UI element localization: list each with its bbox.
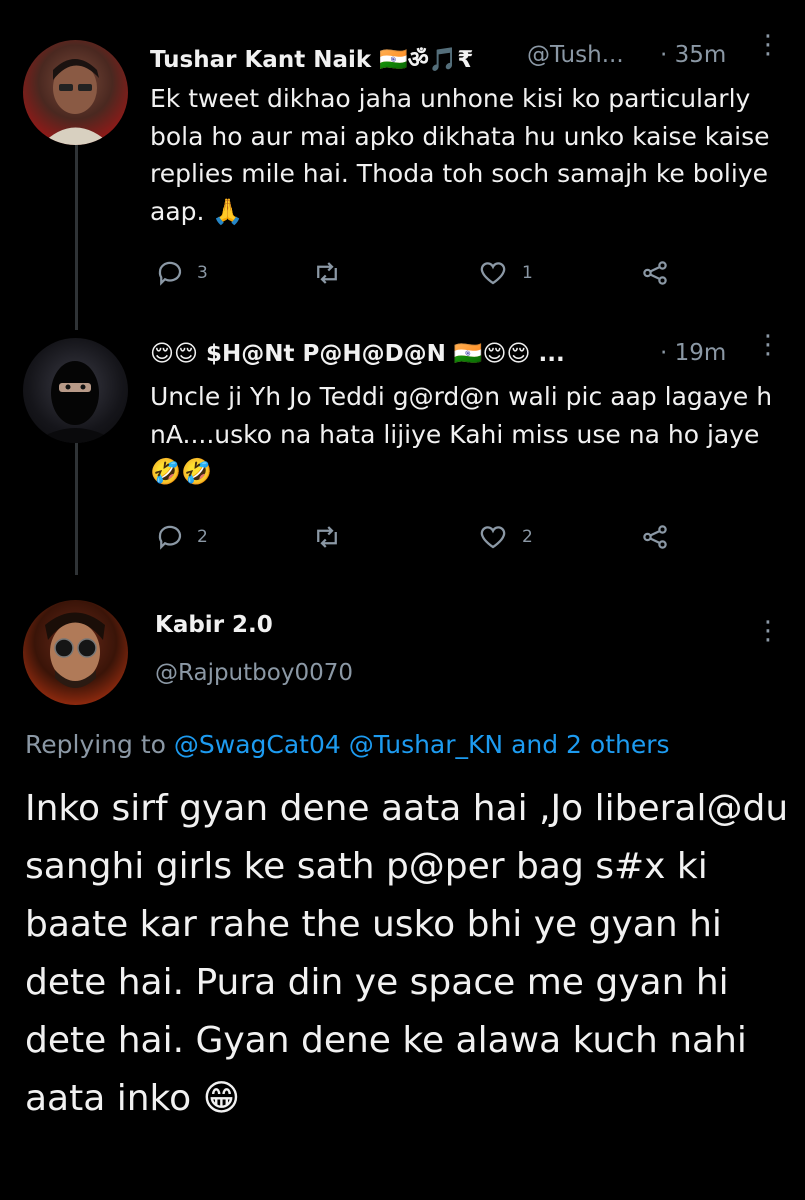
reply-button[interactable]: 3 [155, 258, 208, 288]
more-dots-icon[interactable]: ⋮ [755, 32, 781, 58]
tweet-text: Uncle ji Yh Jo Teddi g@rd@n wali pic aap… [150, 382, 773, 486]
reply-icon [158, 525, 182, 550]
reply-count: 2 [197, 527, 208, 547]
reply-button[interactable]: 2 [155, 522, 208, 552]
replying-to: Replying to @SwagCat04 @Tushar_KN and 2 … [25, 730, 670, 759]
thread-line [75, 440, 78, 575]
retweet-icon [317, 526, 337, 548]
reply-icon [158, 261, 182, 286]
timestamp[interactable]: · 35m [660, 42, 726, 68]
author-name[interactable]: 😌😌 $H@Nt P@H@D@N 🇮🇳😌😌 ... [150, 340, 565, 367]
share-icon [643, 261, 667, 285]
reply-count: 3 [197, 263, 208, 283]
avatar[interactable] [23, 338, 128, 443]
timestamp[interactable]: · 19m [660, 340, 726, 366]
replying-to-label: Replying to [25, 730, 166, 759]
retweet-icon [317, 262, 337, 284]
heart-icon [480, 526, 506, 549]
heart-icon [480, 262, 506, 285]
tweet-text: Ek tweet dikhao jaha unhone kisi ko part… [150, 84, 770, 226]
main-tweet-text: Inko sirf gyan dene aata hai ,Jo liberal… [25, 788, 789, 1119]
author-handle[interactable]: @Rajputboy0070 [155, 660, 353, 686]
avatar[interactable] [23, 600, 128, 705]
thread-line [75, 135, 78, 330]
like-button[interactable]: 2 [478, 522, 533, 552]
more-dots-icon[interactable]: ⋮ [755, 332, 781, 358]
share-button[interactable] [640, 258, 670, 288]
retweet-button[interactable] [312, 258, 354, 288]
author-name[interactable]: Tushar Kant Naik 🇮🇳ॐ🎵₹ [150, 42, 473, 74]
avatar[interactable] [23, 40, 128, 145]
replying-to-links[interactable]: @SwagCat04 @Tushar_KN and 2 others [174, 730, 670, 759]
retweet-button[interactable] [312, 522, 354, 552]
share-icon [643, 525, 667, 549]
like-count: 1 [522, 263, 533, 283]
author-handle[interactable]: @Tush... [527, 42, 624, 68]
share-button[interactable] [640, 522, 670, 552]
like-button[interactable]: 1 [478, 258, 533, 288]
more-dots-icon[interactable]: ⋮ [755, 618, 781, 644]
author-name[interactable]: Kabir 2.0 [155, 612, 273, 638]
like-count: 2 [522, 527, 533, 547]
